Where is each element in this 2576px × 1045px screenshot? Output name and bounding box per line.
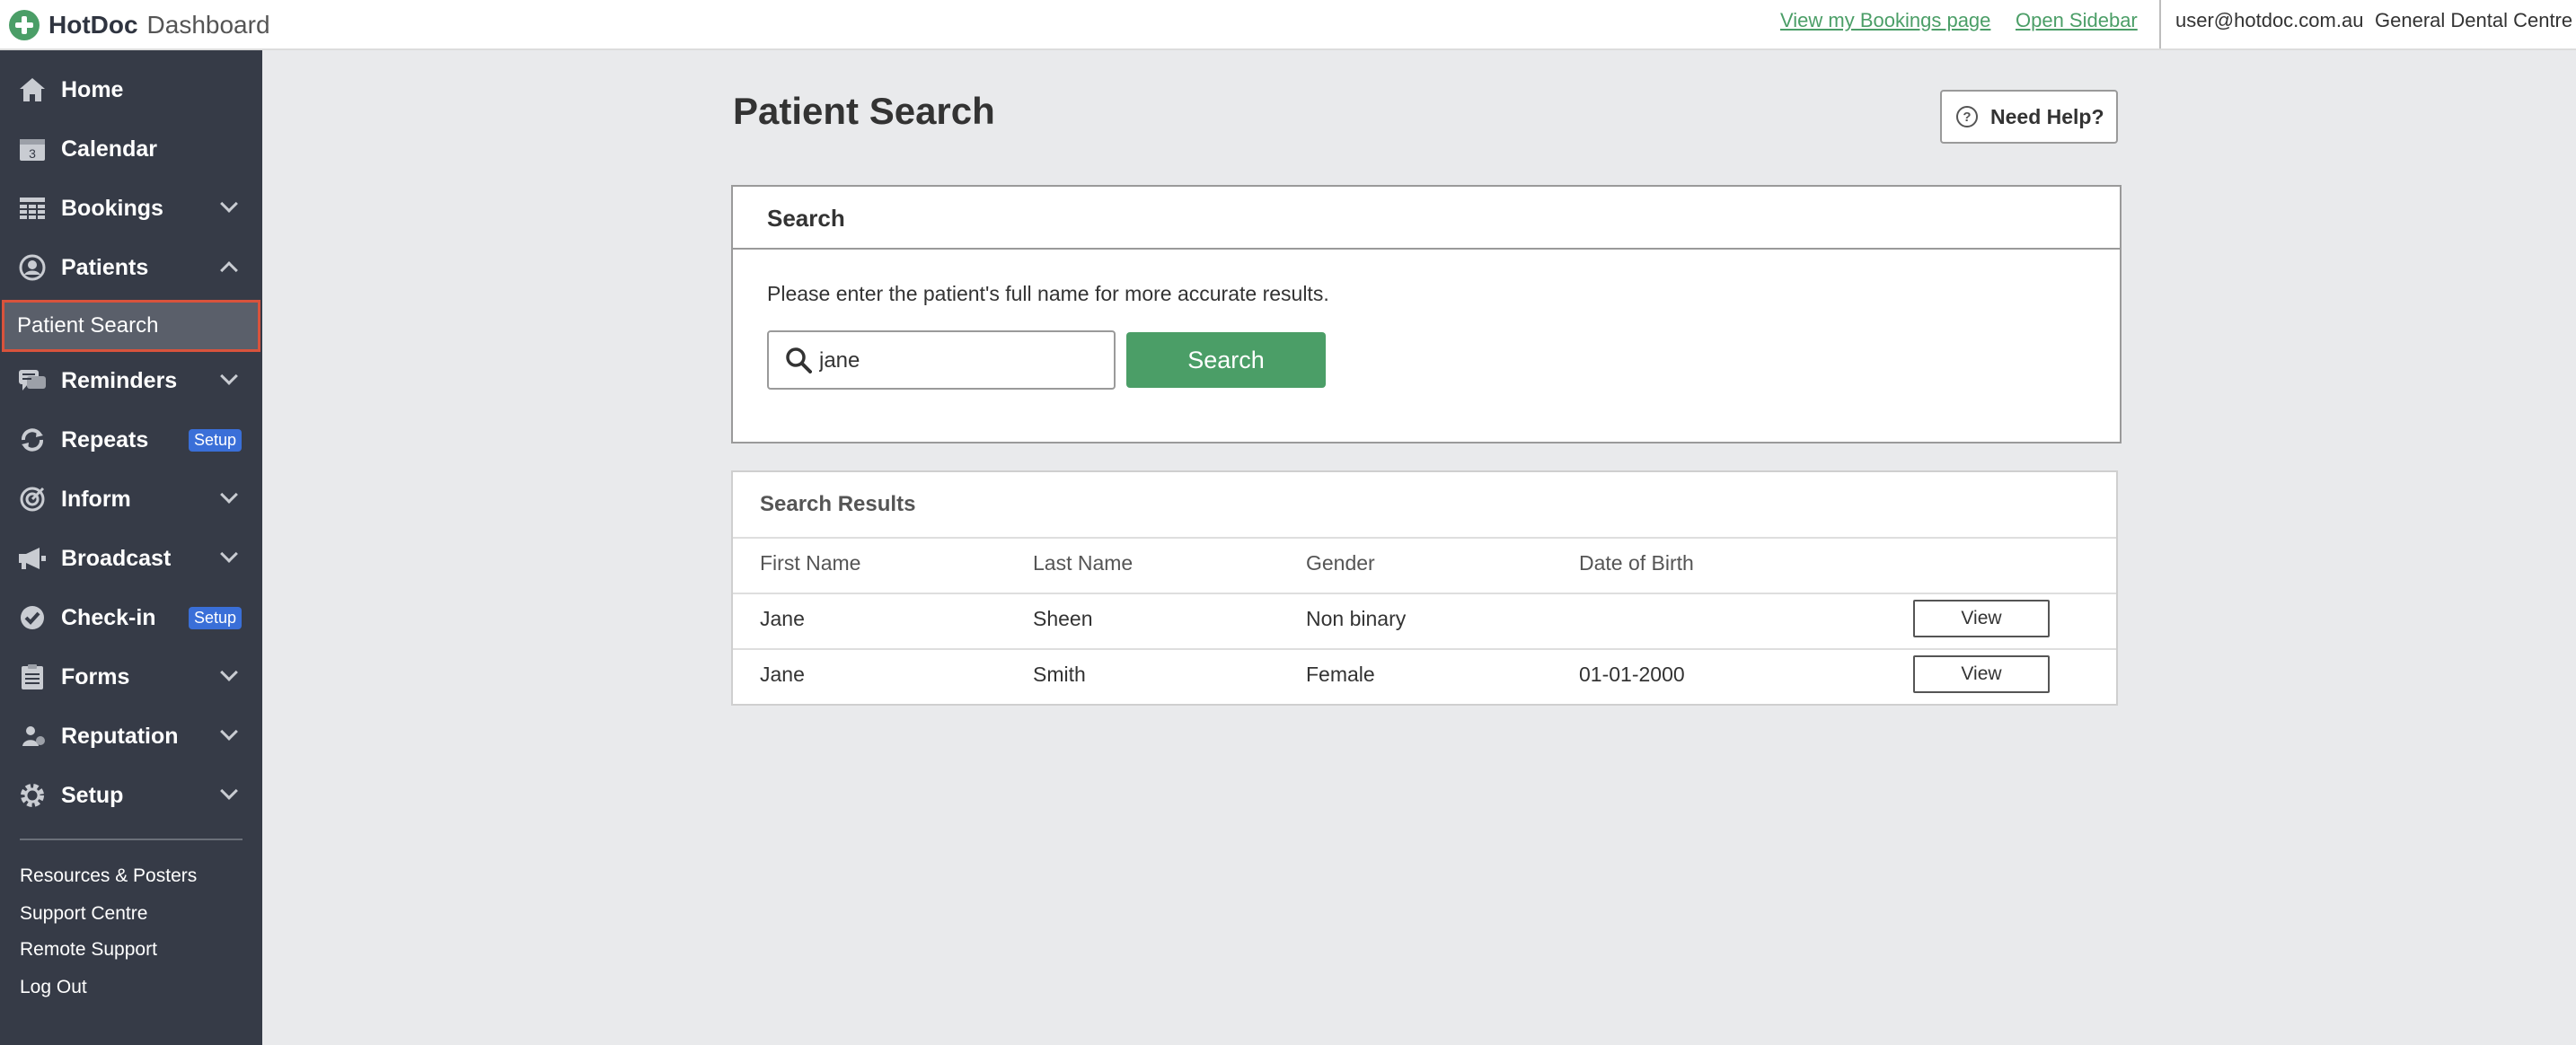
sidebar-item-setup[interactable]: Setup <box>0 768 262 822</box>
sidebar-divider <box>20 839 243 840</box>
sidebar-item-label: Setup <box>61 782 124 808</box>
sidebar-item-label: Repeats <box>61 426 149 452</box>
user-email[interactable]: user@hotdoc.com.au <box>2175 9 2363 32</box>
view-patient-button[interactable]: View <box>1913 655 2050 693</box>
top-bar-divider <box>2159 0 2161 48</box>
sidebar-item-calendar[interactable]: 3 Calendar <box>0 122 262 176</box>
search-hint: Please enter the patient's full name for… <box>767 282 1329 305</box>
setup-badge: Setup <box>189 429 243 452</box>
patients-icon <box>18 253 47 282</box>
sidebar-item-reputation[interactable]: Reputation <box>0 709 262 763</box>
calendar-icon: 3 <box>18 135 47 163</box>
resources-posters-link[interactable]: Resources & Posters <box>20 865 197 887</box>
sidebar-item-label: Reputation <box>61 723 179 749</box>
sidebar-item-label: Inform <box>61 486 131 512</box>
chevron-down-icon <box>220 486 238 504</box>
column-header-date-of-birth: Date of Birth <box>1579 551 1694 575</box>
sidebar-item-label: Home <box>61 76 124 102</box>
search-results-title: Search Results <box>760 492 916 516</box>
need-help-button[interactable]: ? Need Help? <box>1940 90 2118 144</box>
chevron-down-icon <box>220 663 238 681</box>
sidebar-item-label: Reminders <box>61 367 178 393</box>
column-header-last-name: Last Name <box>1033 551 1134 575</box>
divider <box>733 648 2116 650</box>
sidebar-item-bookings[interactable]: Bookings <box>0 181 262 235</box>
sidebar-item-label: Forms <box>61 663 130 689</box>
practice-name[interactable]: General Dental Centre <box>2375 9 2572 32</box>
column-header-first-name: First Name <box>760 551 861 575</box>
log-out-link[interactable]: Log Out <box>20 977 87 998</box>
svg-text:3: 3 <box>29 146 36 161</box>
remote-support-link[interactable]: Remote Support <box>20 939 157 961</box>
chevron-down-icon <box>220 367 238 385</box>
brand-name: HotDoc <box>49 11 138 39</box>
search-button[interactable]: Search <box>1126 332 1326 388</box>
sidebar-subitem-label: Patient Search <box>17 313 159 338</box>
checkin-icon <box>18 603 47 632</box>
patient-search-field[interactable] <box>767 330 1116 390</box>
sidebar-item-inform[interactable]: Inform <box>0 472 262 526</box>
clipboard-icon <box>18 663 47 691</box>
sidebar-item-broadcast[interactable]: Broadcast <box>0 531 262 585</box>
top-bar: HotDoc Dashboard View my Bookings page O… <box>0 0 2576 50</box>
support-centre-link[interactable]: Support Centre <box>20 903 147 925</box>
cell-last-name: Sheen <box>1033 607 1093 630</box>
hotdoc-logo-icon <box>9 10 40 40</box>
brand[interactable]: HotDoc Dashboard <box>9 5 270 45</box>
view-bookings-link[interactable]: View my Bookings page <box>1780 9 1990 32</box>
sidebar-item-label: Calendar <box>61 136 157 162</box>
home-icon <box>18 75 47 104</box>
sidebar-item-home[interactable]: Home <box>0 63 262 117</box>
sidebar-item-reminders[interactable]: Reminders <box>0 354 262 408</box>
sidebar-item-label: Bookings <box>61 195 163 221</box>
divider <box>733 537 2116 539</box>
chevron-down-icon <box>220 545 238 563</box>
search-input[interactable] <box>819 339 1107 382</box>
question-icon: ? <box>1956 106 1978 127</box>
sidebar-item-checkin[interactable]: Check-in Setup <box>0 591 262 645</box>
search-card-header: Search <box>733 187 2120 250</box>
reminders-icon <box>18 366 47 395</box>
search-card: Search Please enter the patient's full n… <box>731 185 2122 443</box>
setup-badge: Setup <box>189 607 243 629</box>
sidebar-item-repeats[interactable]: Repeats Setup <box>0 413 262 467</box>
gear-icon <box>18 781 47 810</box>
brand-subtitle: Dashboard <box>146 11 270 39</box>
megaphone-icon <box>18 544 47 573</box>
chevron-down-icon <box>220 782 238 800</box>
sidebar-item-label: Broadcast <box>61 545 172 571</box>
chevron-down-icon <box>220 195 238 213</box>
search-card-title: Search <box>767 205 845 232</box>
reputation-icon <box>18 722 47 751</box>
sidebar-item-label: Patients <box>61 254 149 280</box>
cell-gender: Female <box>1306 663 1375 686</box>
inform-icon <box>18 485 47 514</box>
cell-last-name: Smith <box>1033 663 1086 686</box>
column-header-gender: Gender <box>1306 551 1375 575</box>
sidebar: Home 3 Calendar Bookings Patients Patien… <box>0 50 262 1045</box>
need-help-label: Need Help? <box>1990 104 2104 128</box>
search-results-card: Search Results First Name Last Name Gend… <box>731 470 2118 706</box>
chevron-up-icon <box>220 261 238 279</box>
cell-gender: Non binary <box>1306 607 1407 630</box>
search-icon <box>786 347 812 373</box>
sidebar-subitem-patient-search[interactable]: Patient Search <box>2 300 260 352</box>
page-title: Patient Search <box>733 90 995 132</box>
divider <box>733 593 2116 594</box>
sidebar-item-patients[interactable]: Patients <box>0 241 262 294</box>
cell-first-name: Jane <box>760 663 805 686</box>
bookings-icon <box>18 194 47 223</box>
chevron-down-icon <box>220 723 238 741</box>
view-patient-button[interactable]: View <box>1913 600 2050 637</box>
sidebar-item-forms[interactable]: Forms <box>0 650 262 704</box>
repeats-icon <box>18 426 47 454</box>
cell-date-of-birth: 01-01-2000 <box>1579 663 1685 686</box>
sidebar-item-label: Check-in <box>61 604 156 630</box>
open-sidebar-link[interactable]: Open Sidebar <box>2016 9 2138 32</box>
cell-first-name: Jane <box>760 607 805 630</box>
